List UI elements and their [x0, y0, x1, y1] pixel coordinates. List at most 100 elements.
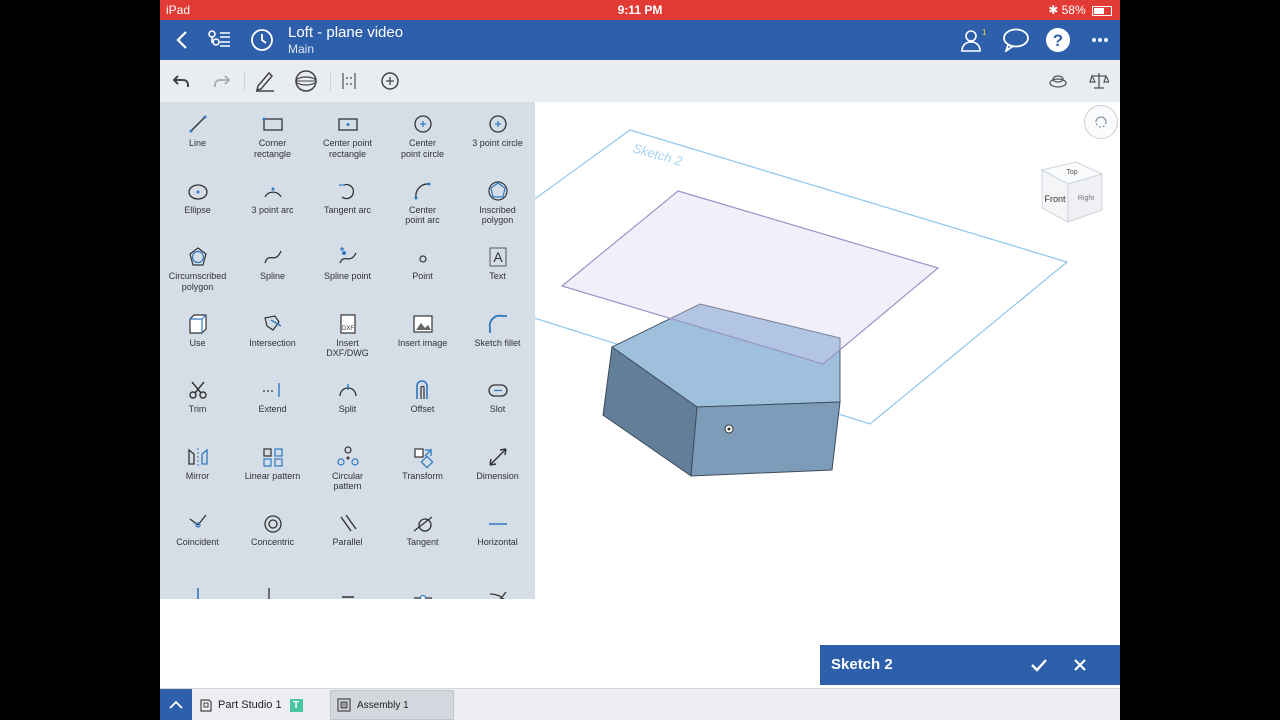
tool-slot[interactable]: Slot	[460, 380, 535, 446]
tool-label: Tangent arc	[323, 204, 372, 215]
loft-profile-rectangle	[560, 190, 940, 365]
tool-linear-pattern[interactable]: Linear pattern	[235, 447, 310, 513]
sphere-view-icon[interactable]	[293, 69, 319, 93]
tool-concentric[interactable]: Concentric	[235, 513, 310, 579]
tool-dimension[interactable]: Dimension	[460, 447, 535, 513]
mirror-icon	[160, 447, 235, 469]
tool-midpoint[interactable]	[385, 580, 460, 599]
tool-mirror[interactable]: Mirror	[160, 447, 235, 513]
concentric-icon	[235, 513, 310, 535]
battery-status: ✱ 58%	[1048, 3, 1112, 17]
tool-three-point-arc[interactable]: 3 point arc	[235, 181, 310, 247]
corner-rectangle-icon	[235, 114, 310, 136]
tab-label: Part Studio 1	[218, 699, 282, 711]
tool-label: Spline point	[323, 271, 372, 281]
tool-extend[interactable]: Extend	[235, 380, 310, 446]
tool-parallel[interactable]: Parallel	[310, 513, 385, 579]
svg-text:?: ?	[1053, 31, 1063, 50]
text-icon: A	[460, 247, 535, 269]
tool-label: Mirror	[185, 470, 210, 481]
tool-three-point-circle[interactable]: 3 point circle	[460, 114, 535, 180]
tool-center-point-rectangle[interactable]: Center point rectangle	[310, 114, 385, 180]
tool-point[interactable]: Point	[385, 247, 460, 313]
tool-use[interactable]: Use	[160, 313, 235, 380]
tool-line[interactable]: Line	[160, 114, 235, 180]
tool-label: Line	[188, 138, 206, 148]
comments-icon[interactable]	[1002, 26, 1030, 54]
tool-perpendicular[interactable]	[235, 580, 310, 599]
svg-text:1: 1	[982, 28, 987, 37]
bluetooth-icon: ✱	[1048, 3, 1059, 17]
sketch-dialog: Sketch 2	[820, 645, 1120, 685]
tab-assembly-1[interactable]: Assembly 1	[330, 690, 454, 720]
tool-intersection[interactable]: Intersection	[235, 314, 310, 380]
share-users-icon[interactable]: 1	[960, 26, 988, 54]
normal-icon	[460, 580, 535, 599]
tool-center-point-arc[interactable]: Center point arc	[385, 181, 460, 247]
three-point-circle-icon	[460, 114, 535, 136]
accept-button[interactable]	[1027, 653, 1051, 677]
view-cube[interactable]: Top Front Right	[1032, 152, 1108, 224]
insert-image-icon	[385, 314, 460, 336]
origin-icon[interactable]	[377, 69, 403, 93]
tool-center-point-circle[interactable]: Center point circle	[385, 114, 460, 180]
tool-circumscribed-polygon[interactable]: Circumscribed polygon	[160, 247, 235, 313]
sketch-tools-icon[interactable]	[252, 69, 278, 93]
clock: 9:11 PM	[617, 3, 663, 17]
tool-label: Spline	[259, 271, 286, 281]
tool-inscribed-polygon[interactable]: Inscribed polygon	[460, 180, 535, 247]
vertical-icon	[160, 580, 235, 599]
redo-icon[interactable]	[209, 69, 235, 93]
tool-circular-pattern[interactable]: Circular pattern	[310, 445, 385, 513]
tool-label: Dimension	[476, 470, 519, 481]
tool-normal[interactable]	[460, 580, 535, 599]
tool-ellipse[interactable]: Ellipse	[160, 181, 235, 247]
tool-spline-point[interactable]: Spline point	[310, 247, 385, 313]
sketch-tool-panel: Line Corner rectangle Center point rectang…	[160, 102, 535, 599]
cancel-button[interactable]	[1068, 653, 1092, 677]
tool-equal[interactable]	[310, 580, 385, 600]
tool-horizontal[interactable]: Horizontal	[460, 513, 535, 579]
feature-list-icon[interactable]	[205, 26, 233, 54]
center-point-rectangle-icon	[310, 114, 385, 136]
tool-spline[interactable]: Spline	[235, 247, 310, 313]
slot-icon	[460, 380, 535, 402]
linear-pattern-icon	[235, 447, 310, 469]
tool-label: Extend	[258, 404, 287, 414]
tool-label: Corner rectangle	[253, 138, 292, 159]
expand-tabs-button[interactable]	[160, 689, 192, 720]
svg-text:Front: Front	[1044, 194, 1066, 204]
tab-bar: Part Studio 1 T Assembly 1	[160, 688, 1120, 720]
tool-label: Text	[489, 271, 506, 281]
undo-icon[interactable]	[168, 69, 194, 93]
tool-split[interactable]: Split	[310, 380, 385, 446]
tool-insert-image[interactable]: Insert image	[385, 314, 460, 380]
tool-text[interactable]: A Text	[460, 247, 535, 313]
sketch-plane-label: Sketch 2	[631, 140, 684, 169]
svg-text:Top: Top	[1066, 169, 1077, 176]
tool-trim[interactable]: Trim	[160, 380, 235, 446]
tool-corner-rectangle[interactable]: Corner rectangle	[235, 114, 310, 180]
tool-coincident[interactable]: Coincident	[160, 513, 235, 579]
tool-insert-dxf[interactable]: DXF Insert DXF/DWG	[310, 313, 385, 380]
mass-properties-icon[interactable]	[1045, 69, 1071, 93]
rotate-view-icon[interactable]	[1084, 105, 1118, 139]
help-icon[interactable]: ?	[1044, 26, 1072, 54]
center-point-arc-icon	[385, 181, 460, 203]
tool-transform[interactable]: Transform	[385, 447, 460, 513]
extend-icon	[235, 380, 310, 402]
tool-sketch-fillet[interactable]: Sketch fillet	[460, 314, 535, 380]
measure-icon[interactable]	[1086, 69, 1112, 93]
more-options-icon[interactable]	[1086, 26, 1114, 54]
spline-point-icon	[310, 247, 385, 269]
tool-label: Coincident	[176, 537, 219, 547]
back-button[interactable]	[168, 26, 196, 54]
constraints-icon[interactable]	[336, 69, 362, 93]
version-history-icon[interactable]	[248, 26, 276, 54]
tool-tangent[interactable]: Tangent	[385, 513, 460, 579]
tool-label: Insert image	[397, 337, 448, 348]
tab-part-studio-1[interactable]: Part Studio 1 T	[198, 693, 323, 717]
tool-tangent-arc[interactable]: Tangent arc	[310, 181, 385, 247]
tool-vertical[interactable]	[160, 580, 235, 599]
tool-offset[interactable]: Offset	[385, 380, 460, 446]
